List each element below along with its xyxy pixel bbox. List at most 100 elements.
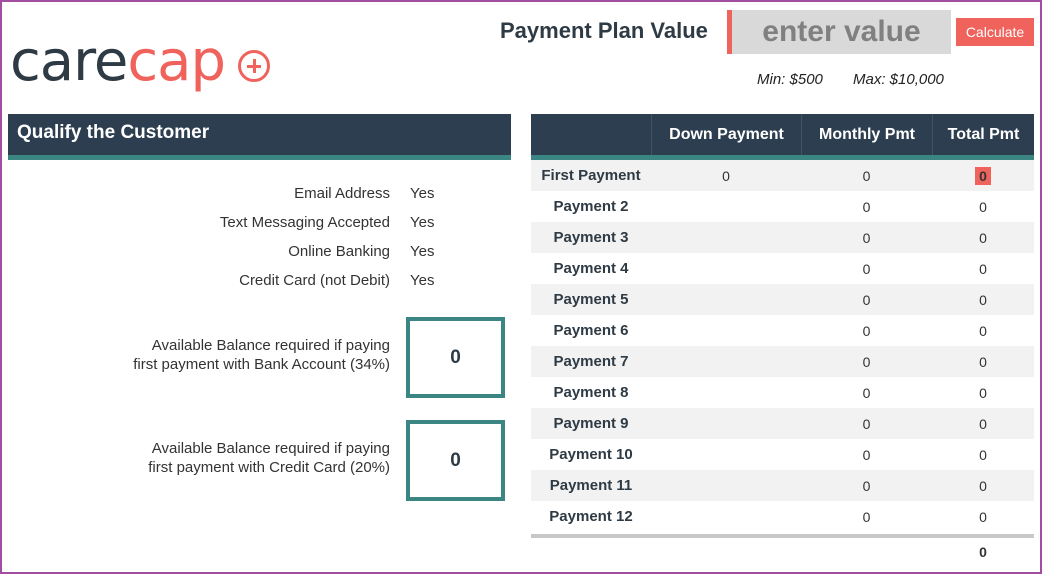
total-pmt-highlight: 0 bbox=[975, 166, 991, 185]
qualify-row-email: Email Address Yes bbox=[0, 185, 520, 207]
qualify-customer-header: Qualify the Customer bbox=[8, 114, 511, 160]
header-total-pmt: Total Pmt bbox=[932, 114, 1034, 155]
monthly-pmt-cell: 0 bbox=[862, 353, 871, 370]
row-name: Payment 11 bbox=[549, 477, 633, 494]
table-header: Down Payment Monthly Pmt Total Pmt bbox=[531, 114, 1034, 160]
bank-balance-label-line1: Available Balance required if paying bbox=[151, 337, 390, 354]
qualify-label: Credit Card (not Debit) bbox=[239, 272, 390, 289]
qualify-value: Yes bbox=[410, 185, 435, 202]
row-name: Payment 10 bbox=[549, 446, 633, 463]
monthly-pmt-cell: 0 bbox=[862, 260, 871, 277]
max-value-text: Max: $10,000 bbox=[853, 71, 944, 88]
down-payment-cell bbox=[651, 408, 801, 439]
row-name: Payment 12 bbox=[549, 508, 633, 525]
total-pmt-cell: 0 bbox=[979, 415, 987, 432]
qualify-value: Yes bbox=[410, 243, 435, 260]
qualify-value: Yes bbox=[410, 214, 435, 231]
qualify-label: Text Messaging Accepted bbox=[219, 214, 390, 231]
monthly-pmt-cell: 0 bbox=[862, 198, 871, 215]
plus-circle-icon bbox=[238, 50, 270, 82]
table-row: Payment 9 0 0 bbox=[531, 408, 1034, 439]
monthly-pmt-cell: 0 bbox=[862, 415, 871, 432]
row-name: Payment 2 bbox=[553, 198, 629, 215]
grand-total-value: 0 bbox=[979, 544, 987, 560]
total-pmt-cell: 0 bbox=[979, 322, 987, 339]
table-row: Payment 5 0 0 bbox=[531, 284, 1034, 315]
table-row: First Payment 0 0 0 bbox=[531, 160, 1034, 191]
total-pmt-cell: 0 bbox=[979, 508, 987, 525]
row-name: Payment 6 bbox=[553, 322, 629, 339]
payment-schedule-table: Down Payment Monthly Pmt Total Pmt First… bbox=[531, 114, 1034, 566]
total-pmt-cell: 0 bbox=[979, 384, 987, 401]
total-pmt-cell: 0 bbox=[932, 160, 1034, 191]
down-payment-cell bbox=[651, 346, 801, 377]
header-down-payment: Down Payment bbox=[651, 114, 801, 155]
row-name: First Payment bbox=[541, 167, 641, 184]
table-row: Payment 8 0 0 bbox=[531, 377, 1034, 408]
payment-plan-value-input[interactable] bbox=[727, 10, 951, 54]
down-payment-cell bbox=[651, 191, 801, 222]
min-value-text: Min: $500 bbox=[757, 71, 823, 88]
down-payment-cell bbox=[651, 284, 801, 315]
monthly-pmt-cell: 0 bbox=[862, 291, 871, 308]
logo-cap-text: cap bbox=[127, 29, 226, 94]
qualify-value: Yes bbox=[410, 272, 435, 289]
card-balance-label-line1: Available Balance required if paying bbox=[151, 440, 390, 457]
down-payment-cell: 0 bbox=[722, 167, 730, 184]
row-name: Payment 7 bbox=[553, 353, 629, 370]
calculate-button[interactable]: Calculate bbox=[956, 18, 1034, 46]
monthly-pmt-cell: 0 bbox=[862, 477, 871, 494]
down-payment-cell bbox=[651, 222, 801, 253]
row-name: Payment 4 bbox=[553, 260, 629, 277]
monthly-pmt-cell: 0 bbox=[862, 167, 871, 184]
card-balance-value-box: 0 bbox=[406, 420, 505, 501]
logo-care-text: care bbox=[10, 29, 128, 94]
row-name: Payment 5 bbox=[553, 291, 629, 308]
total-pmt-cell: 0 bbox=[979, 260, 987, 277]
bank-balance-label: Available Balance required if paying fir… bbox=[133, 336, 390, 374]
qualify-label: Online Banking bbox=[288, 243, 390, 260]
monthly-pmt-cell: 0 bbox=[862, 229, 871, 246]
total-pmt-cell: 0 bbox=[979, 446, 987, 463]
down-payment-cell bbox=[651, 501, 801, 532]
down-payment-cell bbox=[651, 253, 801, 284]
table-row: Payment 3 0 0 bbox=[531, 222, 1034, 253]
payment-plan-value-label: Payment Plan Value bbox=[500, 18, 708, 43]
qualify-row-text-messaging: Text Messaging Accepted Yes bbox=[0, 214, 520, 236]
logo-wordmark: carecap bbox=[10, 29, 226, 94]
table-row: Payment 10 0 0 bbox=[531, 439, 1034, 470]
grand-total-row: 0 bbox=[531, 538, 1034, 566]
monthly-pmt-cell: 0 bbox=[862, 322, 871, 339]
bank-balance-value-box: 0 bbox=[406, 317, 505, 398]
total-pmt-cell: 0 bbox=[979, 477, 987, 494]
down-payment-cell bbox=[651, 315, 801, 346]
table-row: Payment 12 0 0 bbox=[531, 501, 1034, 532]
row-name: Payment 9 bbox=[553, 415, 629, 432]
table-row: Payment 2 0 0 bbox=[531, 191, 1034, 222]
total-pmt-cell: 0 bbox=[979, 291, 987, 308]
row-name: Payment 3 bbox=[553, 229, 629, 246]
down-payment-cell bbox=[651, 377, 801, 408]
table-row: Payment 4 0 0 bbox=[531, 253, 1034, 284]
monthly-pmt-cell: 0 bbox=[862, 508, 871, 525]
bank-balance-label-line2: first payment with Bank Account (34%) bbox=[133, 356, 390, 373]
down-payment-cell bbox=[651, 439, 801, 470]
table-row: Payment 11 0 0 bbox=[531, 470, 1034, 501]
table-row: Payment 6 0 0 bbox=[531, 315, 1034, 346]
header-cell-blank bbox=[531, 114, 651, 155]
card-balance-label: Available Balance required if paying fir… bbox=[148, 439, 390, 477]
table-row: Payment 7 0 0 bbox=[531, 346, 1034, 377]
total-pmt-cell: 0 bbox=[979, 229, 987, 246]
total-pmt-cell: 0 bbox=[979, 353, 987, 370]
row-name: Payment 8 bbox=[553, 384, 629, 401]
qualify-row-credit-card: Credit Card (not Debit) Yes bbox=[0, 272, 520, 294]
qualify-row-online-banking: Online Banking Yes bbox=[0, 243, 520, 265]
header-monthly-pmt: Monthly Pmt bbox=[801, 114, 932, 155]
down-payment-cell bbox=[651, 470, 801, 501]
card-balance-label-line2: first payment with Credit Card (20%) bbox=[148, 459, 390, 476]
monthly-pmt-cell: 0 bbox=[862, 384, 871, 401]
total-pmt-cell: 0 bbox=[979, 198, 987, 215]
monthly-pmt-cell: 0 bbox=[862, 446, 871, 463]
qualify-label: Email Address bbox=[294, 185, 390, 202]
carecap-logo: carecap bbox=[10, 30, 280, 100]
